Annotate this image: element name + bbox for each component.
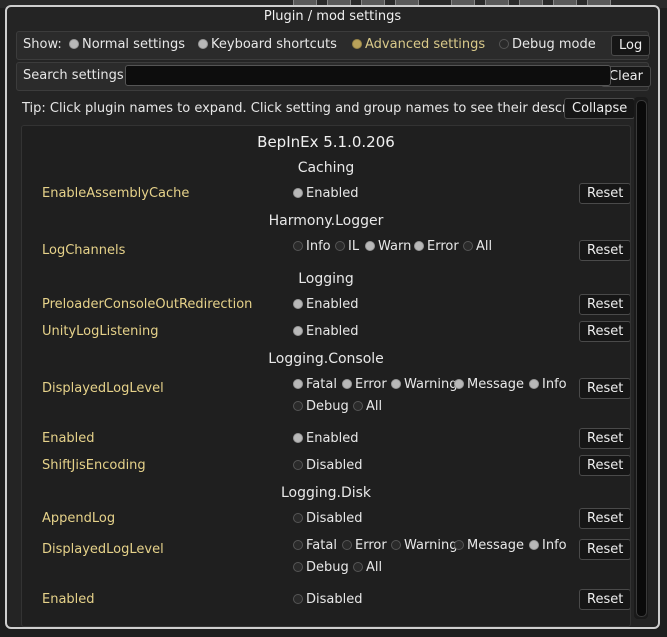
collapse-button[interactable]: Collapse xyxy=(564,98,636,119)
setting-name[interactable]: AppendLog xyxy=(42,511,115,526)
option-toggle[interactable]: Error xyxy=(342,377,387,392)
reset-button[interactable]: Reset xyxy=(579,294,630,315)
radio-on-icon xyxy=(342,378,352,389)
settings-window: Plugin / mod settings Show: Normal setti… xyxy=(5,5,660,629)
radio-on-icon xyxy=(529,539,539,550)
radio-on-icon xyxy=(529,378,539,389)
option-toggle[interactable]: Enabled xyxy=(293,324,359,339)
option-toggle[interactable]: IL xyxy=(335,239,359,254)
setting-name[interactable]: ShiftJisEncoding xyxy=(42,458,146,473)
setting-name[interactable]: UnityLogListening xyxy=(42,324,158,339)
option-toggle[interactable]: Disabled xyxy=(293,511,362,526)
reset-button[interactable]: Reset xyxy=(579,321,630,342)
option-toggle[interactable]: Message xyxy=(454,377,524,392)
option-toggle[interactable]: Fatal xyxy=(293,377,337,392)
show-bar: Show: Normal settings Keyboard shortcuts… xyxy=(16,31,651,60)
reset-button[interactable]: Reset xyxy=(579,508,630,529)
show-label: Show: xyxy=(23,37,62,52)
radio-off-icon xyxy=(293,459,303,470)
reset-button[interactable]: Reset xyxy=(579,240,630,261)
radio-on-icon xyxy=(293,187,303,198)
window-title: Plugin / mod settings xyxy=(263,9,402,24)
option-toggle[interactable]: Debug xyxy=(293,399,349,414)
setting-name[interactable]: Enabled xyxy=(42,592,95,607)
option-toggle[interactable]: Warn xyxy=(365,239,411,254)
setting-name[interactable]: DisplayedLogLevel xyxy=(42,381,164,396)
search-label: Search settings: xyxy=(23,68,129,83)
setting-name[interactable]: DisplayedLogLevel xyxy=(42,542,164,557)
radio-off-icon xyxy=(391,539,401,550)
radio-off-icon xyxy=(293,400,303,411)
option-toggle[interactable]: Info xyxy=(529,377,567,392)
log-button[interactable]: Log xyxy=(611,35,651,56)
radio-on-icon xyxy=(391,378,401,389)
option-toggle[interactable]: Warning xyxy=(391,538,457,553)
group-header-harmony[interactable]: Harmony.Logger xyxy=(22,213,630,229)
normal-settings-radio[interactable]: Normal settings xyxy=(69,37,185,52)
option-toggle[interactable]: Disabled xyxy=(293,458,362,473)
radio-on-icon xyxy=(293,378,303,389)
setting-name[interactable]: EnableAssemblyCache xyxy=(42,186,189,201)
radio-on-icon xyxy=(352,38,362,49)
option-toggle[interactable]: Disabled xyxy=(293,592,362,607)
reset-button[interactable]: Reset xyxy=(579,539,630,560)
radio-off-icon xyxy=(463,240,473,251)
radio-off-icon xyxy=(335,240,345,251)
group-header-console[interactable]: Logging.Console xyxy=(22,351,630,367)
radio-off-icon xyxy=(342,539,352,550)
keyboard-shortcuts-radio[interactable]: Keyboard shortcuts xyxy=(198,37,337,52)
radio-off-icon xyxy=(293,561,303,572)
reset-button[interactable]: Reset xyxy=(579,589,630,610)
debug-mode-checkbox[interactable]: Debug mode xyxy=(499,37,596,52)
radio-on-icon xyxy=(293,432,303,443)
radio-off-icon xyxy=(293,240,303,251)
radio-on-icon xyxy=(365,240,375,251)
option-toggle[interactable]: Info xyxy=(293,239,331,254)
setting-name[interactable]: PreloaderConsoleOutRedirection xyxy=(42,297,252,312)
radio-on-icon xyxy=(293,298,303,309)
option-toggle[interactable]: Warning xyxy=(391,377,457,392)
radio-off-icon xyxy=(293,593,303,604)
option-toggle[interactable]: Info xyxy=(529,538,567,553)
reset-button[interactable]: Reset xyxy=(579,428,630,449)
option-toggle[interactable]: All xyxy=(353,560,382,575)
advanced-settings-radio[interactable]: Advanced settings xyxy=(352,37,485,52)
radio-off-icon xyxy=(293,512,303,523)
scrollbar-thumb[interactable] xyxy=(636,100,647,617)
radio-off-icon xyxy=(353,400,363,411)
radio-on-icon xyxy=(293,325,303,336)
plugin-header[interactable]: BepInEx 5.1.0.206 xyxy=(22,133,630,151)
settings-list: BepInEx 5.1.0.206 Caching EnableAssembly… xyxy=(21,125,631,627)
setting-name[interactable]: LogChannels xyxy=(42,243,125,258)
option-toggle[interactable]: Message xyxy=(454,538,524,553)
option-toggle[interactable]: All xyxy=(463,239,492,254)
option-toggle[interactable]: Enabled xyxy=(293,431,359,446)
reset-button[interactable]: Reset xyxy=(579,378,630,399)
reset-button[interactable]: Reset xyxy=(579,183,630,204)
radio-on-icon xyxy=(69,38,79,49)
radio-off-icon xyxy=(454,539,464,550)
setting-name[interactable]: Enabled xyxy=(42,431,95,446)
radio-on-icon xyxy=(414,240,424,251)
radio-off-icon xyxy=(353,561,363,572)
option-toggle[interactable]: Error xyxy=(342,538,387,553)
checkbox-off-icon xyxy=(499,38,509,49)
group-header-disk[interactable]: Logging.Disk xyxy=(22,485,630,501)
radio-off-icon xyxy=(293,539,303,550)
group-header-caching[interactable]: Caching xyxy=(22,160,630,176)
group-header-logging[interactable]: Logging xyxy=(22,271,630,287)
radio-on-icon xyxy=(454,378,464,389)
option-toggle[interactable]: Enabled xyxy=(293,297,359,312)
reset-button[interactable]: Reset xyxy=(579,455,630,476)
search-input[interactable] xyxy=(125,65,611,86)
option-toggle[interactable]: Debug xyxy=(293,560,349,575)
radio-on-icon xyxy=(198,38,208,49)
option-toggle[interactable]: All xyxy=(353,399,382,414)
tip-text: Tip: Click plugin names to expand. Click… xyxy=(22,101,616,116)
option-toggle[interactable]: Fatal xyxy=(293,538,337,553)
option-toggle[interactable]: Enabled xyxy=(293,186,359,201)
option-toggle[interactable]: Error xyxy=(414,239,459,254)
